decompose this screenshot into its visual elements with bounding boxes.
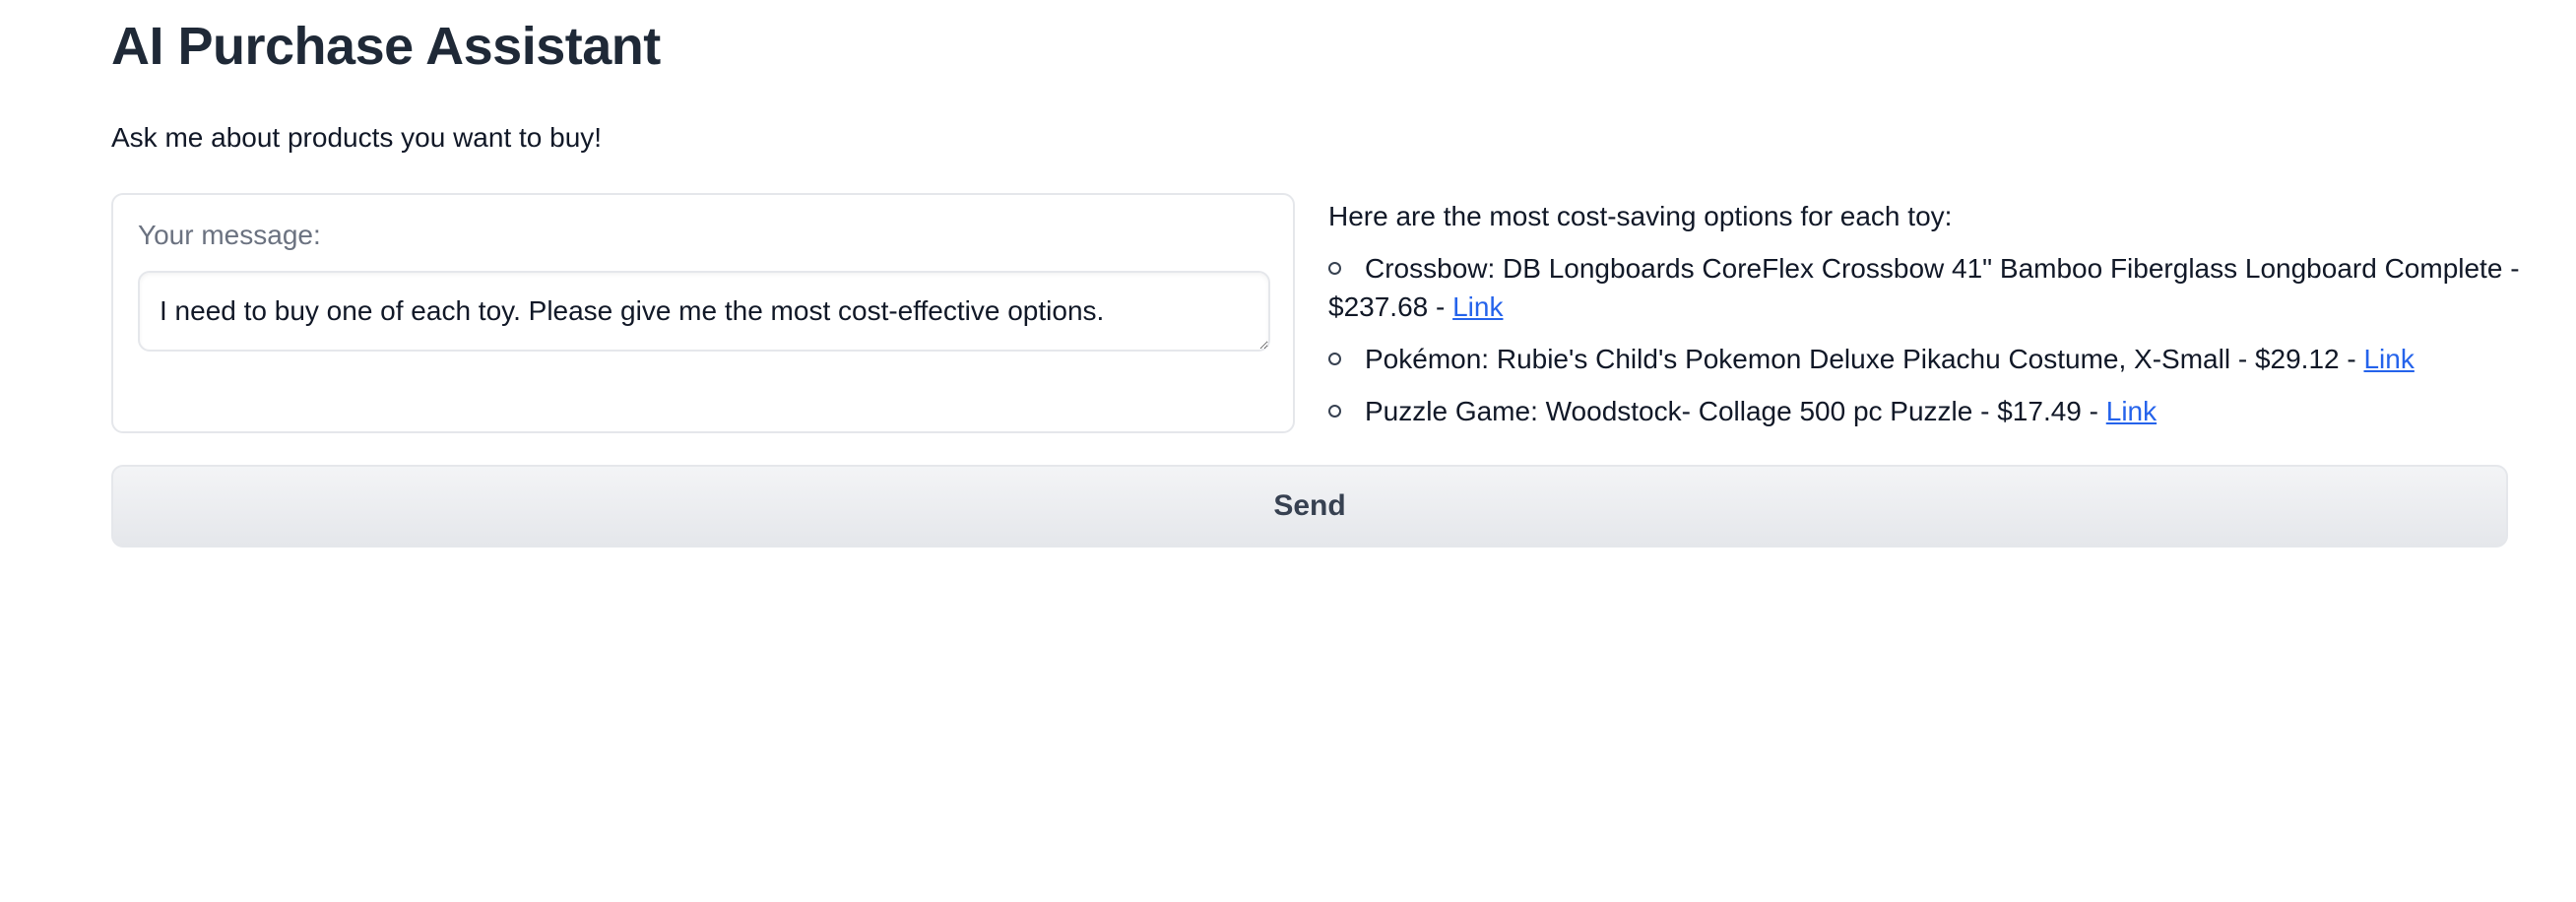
send-button[interactable]: Send xyxy=(111,465,2508,548)
option-text: Puzzle Game: Woodstock- Collage 500 pc P… xyxy=(1365,396,2106,426)
message-input-card: Your message: I need to buy one of each … xyxy=(111,193,1295,433)
message-textarea[interactable]: I need to buy one of each toy. Please gi… xyxy=(138,271,1270,352)
list-item: Puzzle Game: Woodstock- Collage 500 pc P… xyxy=(1328,392,2540,430)
bullet-icon xyxy=(1328,262,1341,275)
options-list: Crossbow: DB Longboards CoreFlex Crossbo… xyxy=(1328,249,2540,430)
list-item: Crossbow: DB Longboards CoreFlex Crossbo… xyxy=(1328,249,2540,326)
list-item: Pokémon: Rubie's Child's Pokemon Deluxe … xyxy=(1328,340,2540,378)
assistant-response: Here are the most cost-saving options fo… xyxy=(1328,197,2540,444)
message-input-label: Your message: xyxy=(138,220,321,250)
product-link[interactable]: Link xyxy=(2106,396,2157,426)
bullet-icon xyxy=(1328,353,1341,365)
product-link[interactable]: Link xyxy=(1452,291,1503,322)
page-subtitle: Ask me about products you want to buy! xyxy=(111,122,603,153)
option-text: Crossbow: DB Longboards CoreFlex Crossbo… xyxy=(1328,253,2520,322)
response-intro: Here are the most cost-saving options fo… xyxy=(1328,201,1953,231)
product-link[interactable]: Link xyxy=(2363,344,2414,374)
page-title: AI Purchase Assistant xyxy=(111,17,661,76)
option-text: Pokémon: Rubie's Child's Pokemon Deluxe … xyxy=(1365,344,2364,374)
bullet-icon xyxy=(1328,405,1341,418)
